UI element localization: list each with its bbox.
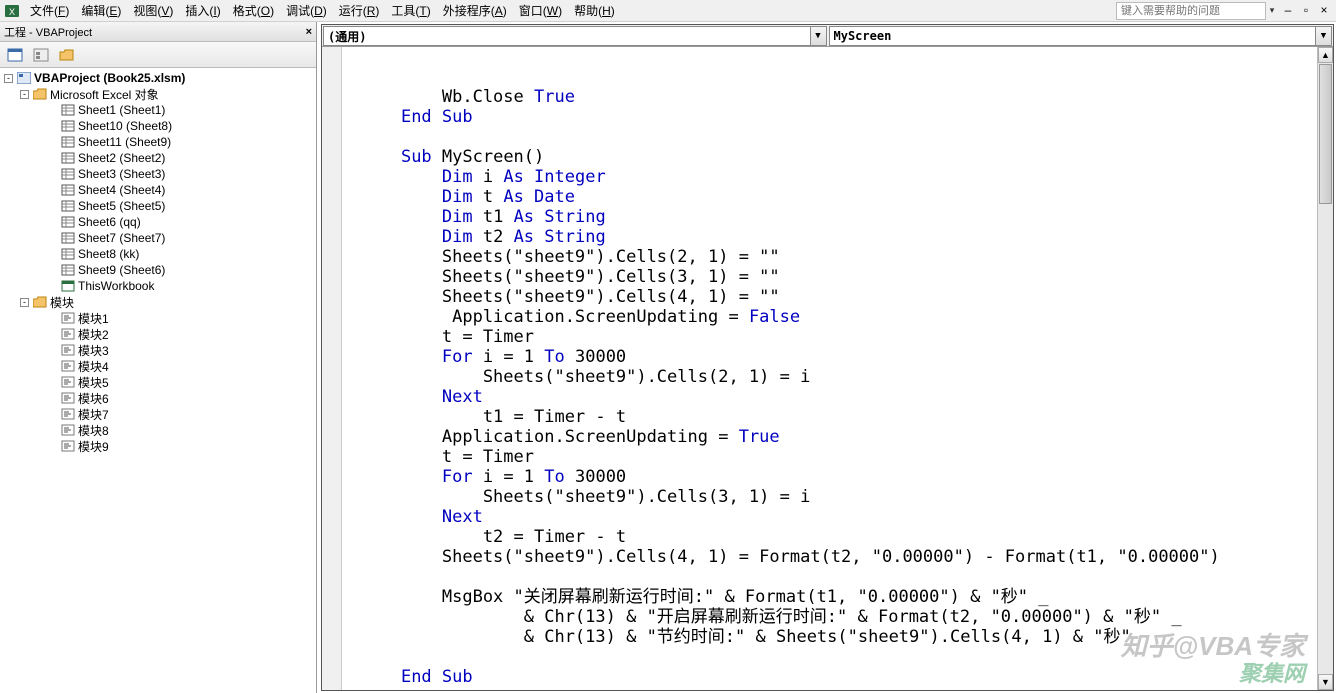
view-object-button[interactable]: [30, 44, 52, 66]
menu-r[interactable]: 运行(R): [333, 2, 386, 20]
tree-sheet-3[interactable]: Sheet2 (Sheet2): [0, 150, 316, 166]
tree-vbaproject[interactable]: -VBAProject (Book25.xlsm): [0, 70, 316, 86]
menu-i[interactable]: 插入(I): [179, 2, 226, 20]
menu-h[interactable]: 帮助(H): [568, 2, 621, 20]
folder-toggle-button[interactable]: [56, 44, 78, 66]
tree-sheet-10[interactable]: Sheet9 (Sheet6): [0, 262, 316, 278]
search-dropdown-arrow[interactable]: ▾: [1266, 5, 1278, 16]
app-icon: X: [4, 3, 20, 19]
code-editor[interactable]: Wb.Close True End Sub Sub MyScreen() Dim…: [342, 47, 1317, 690]
tree-module-8[interactable]: 模块9: [0, 438, 316, 454]
code-editor-area: Wb.Close True End Sub Sub MyScreen() Dim…: [322, 47, 1333, 690]
tree-module-1[interactable]: 模块2: [0, 326, 316, 342]
menu-v[interactable]: 视图(V): [127, 2, 179, 20]
vertical-scrollbar[interactable]: ▲ ▼: [1317, 47, 1333, 690]
scroll-down-button[interactable]: ▼: [1318, 674, 1333, 690]
close-button[interactable]: ×: [1316, 3, 1332, 19]
tree-sheet-8[interactable]: Sheet7 (Sheet7): [0, 230, 316, 246]
tree-toggle-icon[interactable]: -: [20, 90, 29, 99]
tree-sheet-2[interactable]: Sheet11 (Sheet9): [0, 134, 316, 150]
tree-sheet-4[interactable]: Sheet3 (Sheet3): [0, 166, 316, 182]
chevron-down-icon: ▼: [810, 27, 826, 45]
project-tree[interactable]: -VBAProject (Book25.xlsm)-Microsoft Exce…: [0, 68, 316, 693]
code-dropdown-bar: (通用) ▼ MyScreen ▼: [322, 25, 1333, 47]
tree-sheet-6[interactable]: Sheet5 (Sheet5): [0, 198, 316, 214]
tree-toggle-icon[interactable]: -: [20, 298, 29, 307]
tree-module-4[interactable]: 模块5: [0, 374, 316, 390]
tree-module-6[interactable]: 模块7: [0, 406, 316, 422]
tree-module-7[interactable]: 模块8: [0, 422, 316, 438]
view-code-button[interactable]: [4, 44, 26, 66]
procedure-dropdown[interactable]: MyScreen ▼: [829, 26, 1333, 46]
menu-o[interactable]: 格式(O): [227, 2, 280, 20]
tree-toggle-icon[interactable]: -: [4, 74, 13, 83]
code-panel: (通用) ▼ MyScreen ▼ Wb.Close True End Sub …: [321, 24, 1334, 691]
tree-sheet-9[interactable]: Sheet8 (kk): [0, 246, 316, 262]
code-margin: [322, 47, 342, 690]
project-panel-title-text: 工程 - VBAProject: [4, 24, 92, 40]
restore-button[interactable]: ▫: [1298, 3, 1314, 19]
scroll-thumb[interactable]: [1319, 64, 1332, 204]
tree-thisworkbook[interactable]: ThisWorkbook: [0, 278, 316, 294]
tree-sheet-0[interactable]: Sheet1 (Sheet1): [0, 102, 316, 118]
tree-module-5[interactable]: 模块6: [0, 390, 316, 406]
tree-modules-folder[interactable]: -模块: [0, 294, 316, 310]
menu-a[interactable]: 外接程序(A): [437, 2, 513, 20]
menu-w[interactable]: 窗口(W): [513, 2, 568, 20]
tree-sheet-1[interactable]: Sheet10 (Sheet8): [0, 118, 316, 134]
tree-excel-objects-folder[interactable]: -Microsoft Excel 对象: [0, 86, 316, 102]
scroll-up-button[interactable]: ▲: [1318, 47, 1333, 63]
menu-bar: X 文件(F)编辑(E)视图(V)插入(I)格式(O)调试(D)运行(R)工具(…: [0, 0, 1336, 22]
menu-e[interactable]: 编辑(E): [75, 2, 127, 20]
panel-close-button[interactable]: ×: [306, 26, 312, 38]
object-dropdown[interactable]: (通用) ▼: [323, 26, 827, 46]
tree-sheet-7[interactable]: Sheet6 (qq): [0, 214, 316, 230]
tree-module-2[interactable]: 模块3: [0, 342, 316, 358]
minimize-button[interactable]: –: [1280, 3, 1296, 19]
project-panel-title: 工程 - VBAProject ×: [0, 22, 316, 42]
tree-sheet-5[interactable]: Sheet4 (Sheet4): [0, 182, 316, 198]
help-search-input[interactable]: [1116, 2, 1266, 20]
project-explorer-panel: 工程 - VBAProject × -VBAProject (Book25.xl…: [0, 22, 317, 693]
svg-text:X: X: [9, 7, 15, 17]
project-toolbar: [0, 42, 316, 68]
tree-module-3[interactable]: 模块4: [0, 358, 316, 374]
menu-t[interactable]: 工具(T): [385, 2, 436, 20]
chevron-down-icon: ▼: [1315, 27, 1331, 45]
tree-module-0[interactable]: 模块1: [0, 310, 316, 326]
menu-d[interactable]: 调试(D): [280, 2, 333, 20]
menu-f[interactable]: 文件(F): [24, 2, 75, 20]
